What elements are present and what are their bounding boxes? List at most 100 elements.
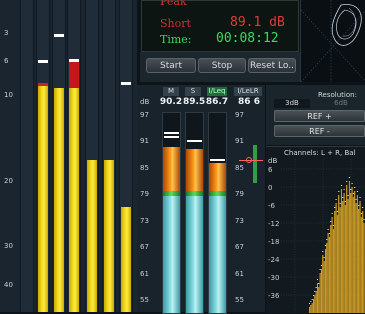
status-short-label: Short (160, 17, 191, 30)
spectrum-bar (342, 201, 344, 313)
start-button[interactable]: Start (146, 58, 196, 73)
resolution-option-3db[interactable]: 3dB (274, 99, 310, 108)
loudness-right-scale-label: 73 (235, 217, 244, 225)
header-short-term: S (185, 87, 201, 96)
spectrum-bar (309, 307, 310, 313)
spectrum-scale-label: -36 (268, 292, 280, 300)
peak-hold-marker (54, 34, 64, 37)
spectrum-peak-dot (334, 207, 336, 208)
spectrum-bar (343, 193, 345, 313)
resolution-option-6db[interactable]: 6dB (326, 99, 356, 108)
spectrum-peak-dot (363, 219, 365, 220)
peak-meter-bar (87, 160, 97, 312)
spectrum-peak-dot (327, 229, 329, 230)
spectrum-bar (354, 191, 356, 313)
spectrum-bar (352, 197, 354, 313)
loudness-right-scale-label: 97 (235, 111, 244, 119)
ref-plus-button[interactable]: REF + (274, 110, 365, 122)
spectrum-bar (340, 189, 342, 313)
spectrum-bar (339, 207, 341, 313)
spectrum-unit-label: dB (268, 157, 278, 165)
spectrum-peak-dot (347, 195, 349, 196)
spectrum-bar (362, 211, 364, 313)
spectrum-peak-dot (335, 199, 337, 200)
spectrum-peak-dot (339, 203, 341, 204)
spectrum-bar (335, 203, 337, 313)
peak-over-marker (38, 83, 48, 86)
spectrum-bar (334, 211, 336, 313)
target-loudness-line (239, 160, 263, 161)
spectrum-peak-dot (344, 201, 346, 202)
peak-over-segment (69, 62, 79, 88)
spectrum-bar (363, 223, 365, 313)
spectrum-peak-dot (315, 287, 317, 288)
stop-button[interactable]: Stop (198, 58, 246, 73)
header-integrated-lelr: I/LeLR (234, 87, 262, 96)
resolution-panel: Resolution: 3dB 6dB REF + REF - (266, 85, 365, 145)
spectrum-peak-dot (358, 205, 360, 206)
peak-meter-bar (104, 160, 114, 312)
reset-loudness-button[interactable]: Reset Lo.. (248, 58, 296, 73)
spectrum-bar (332, 229, 334, 313)
peak-meter-panel: 3 6 10 20 30 40 (0, 0, 137, 312)
spectrum-peak-dot (326, 239, 328, 240)
spectrum-bar (328, 237, 330, 313)
spectrum-bar (316, 283, 318, 313)
peak-meter-channel (85, 0, 99, 312)
spectrum-bar (322, 255, 324, 313)
peak-meter-channel (20, 0, 34, 312)
loudness-meter-panel: M S I/Leq I/LeLR dB 90.2 89.5 86.7 86 6 … (137, 85, 265, 314)
spectrum-bar (346, 185, 348, 313)
loudness-right-scale-label: 55 (235, 296, 244, 304)
vector-scope-plot (300, 0, 365, 83)
spectrum-peak-dot (316, 279, 318, 280)
spectrum-bar (324, 249, 326, 313)
spectrum-bar (344, 205, 346, 313)
header-integrated-leq: I/Leq (207, 87, 227, 96)
spectrum-bar (358, 209, 360, 313)
spectrum-peak-dot (318, 283, 320, 284)
status-time-value: 00:08:12 (216, 31, 279, 46)
ref-minus-button[interactable]: REF - (274, 125, 365, 137)
transport-controls: Start Stop Reset Lo.. (140, 52, 300, 82)
spectrum-bar (315, 291, 317, 313)
value-integrated-leq: 86.7 (205, 97, 229, 107)
spectrum-bar (331, 217, 333, 313)
spectrum-bar (360, 217, 362, 313)
spectrum-channels-label: Channels: L + R, Bal (284, 149, 356, 157)
spectrum-bar (318, 287, 320, 313)
spectrum-peak-dot (351, 183, 353, 184)
resolution-title: Resolution: (318, 91, 357, 99)
loudness-scale-label: 97 (140, 111, 149, 119)
spectrum-peak-dot (309, 303, 310, 304)
loudness-right-scale-label: 67 (235, 243, 244, 251)
spectrum-peak-dot (338, 191, 340, 192)
loudness-right-scale-label: 91 (235, 137, 244, 145)
spectrum-bar (336, 215, 338, 313)
spectrum-bar (319, 273, 321, 313)
loudness-scale-label: 91 (140, 137, 149, 145)
spectrum-peak-dot (355, 199, 357, 200)
spectrum-peak-dot (328, 233, 330, 234)
value-integrated-lelr: 86 6 (238, 97, 260, 107)
spectrum-peak-dot (319, 269, 321, 270)
value-momentary: 90.2 (159, 97, 183, 107)
spectrum-peak-dot (314, 291, 316, 292)
spectrum-bars (281, 159, 365, 313)
loudness-scale-label: 73 (140, 217, 149, 225)
peak-meter-channel (102, 0, 116, 312)
peak-meter-channel (119, 0, 133, 312)
spectrum-peak-dot (352, 193, 354, 194)
spectrum-scale-label: -30 (268, 274, 280, 282)
status-short-value: 89.1 dB (230, 15, 285, 30)
spectrum-scale-label: -18 (268, 238, 280, 246)
loudness-right-scale-label: 61 (235, 270, 244, 278)
spectrum-scale-label: 6 (268, 166, 273, 174)
spectrum-peak-dot (362, 207, 364, 208)
spectrum-peak-dot (324, 245, 326, 246)
value-short-term: 89.5 (183, 97, 206, 107)
loudness-right-scale-label: 79 (235, 190, 244, 198)
spectrum-bar (326, 243, 328, 313)
spectrum-bar (327, 233, 329, 313)
spectrum-bar (314, 295, 316, 313)
